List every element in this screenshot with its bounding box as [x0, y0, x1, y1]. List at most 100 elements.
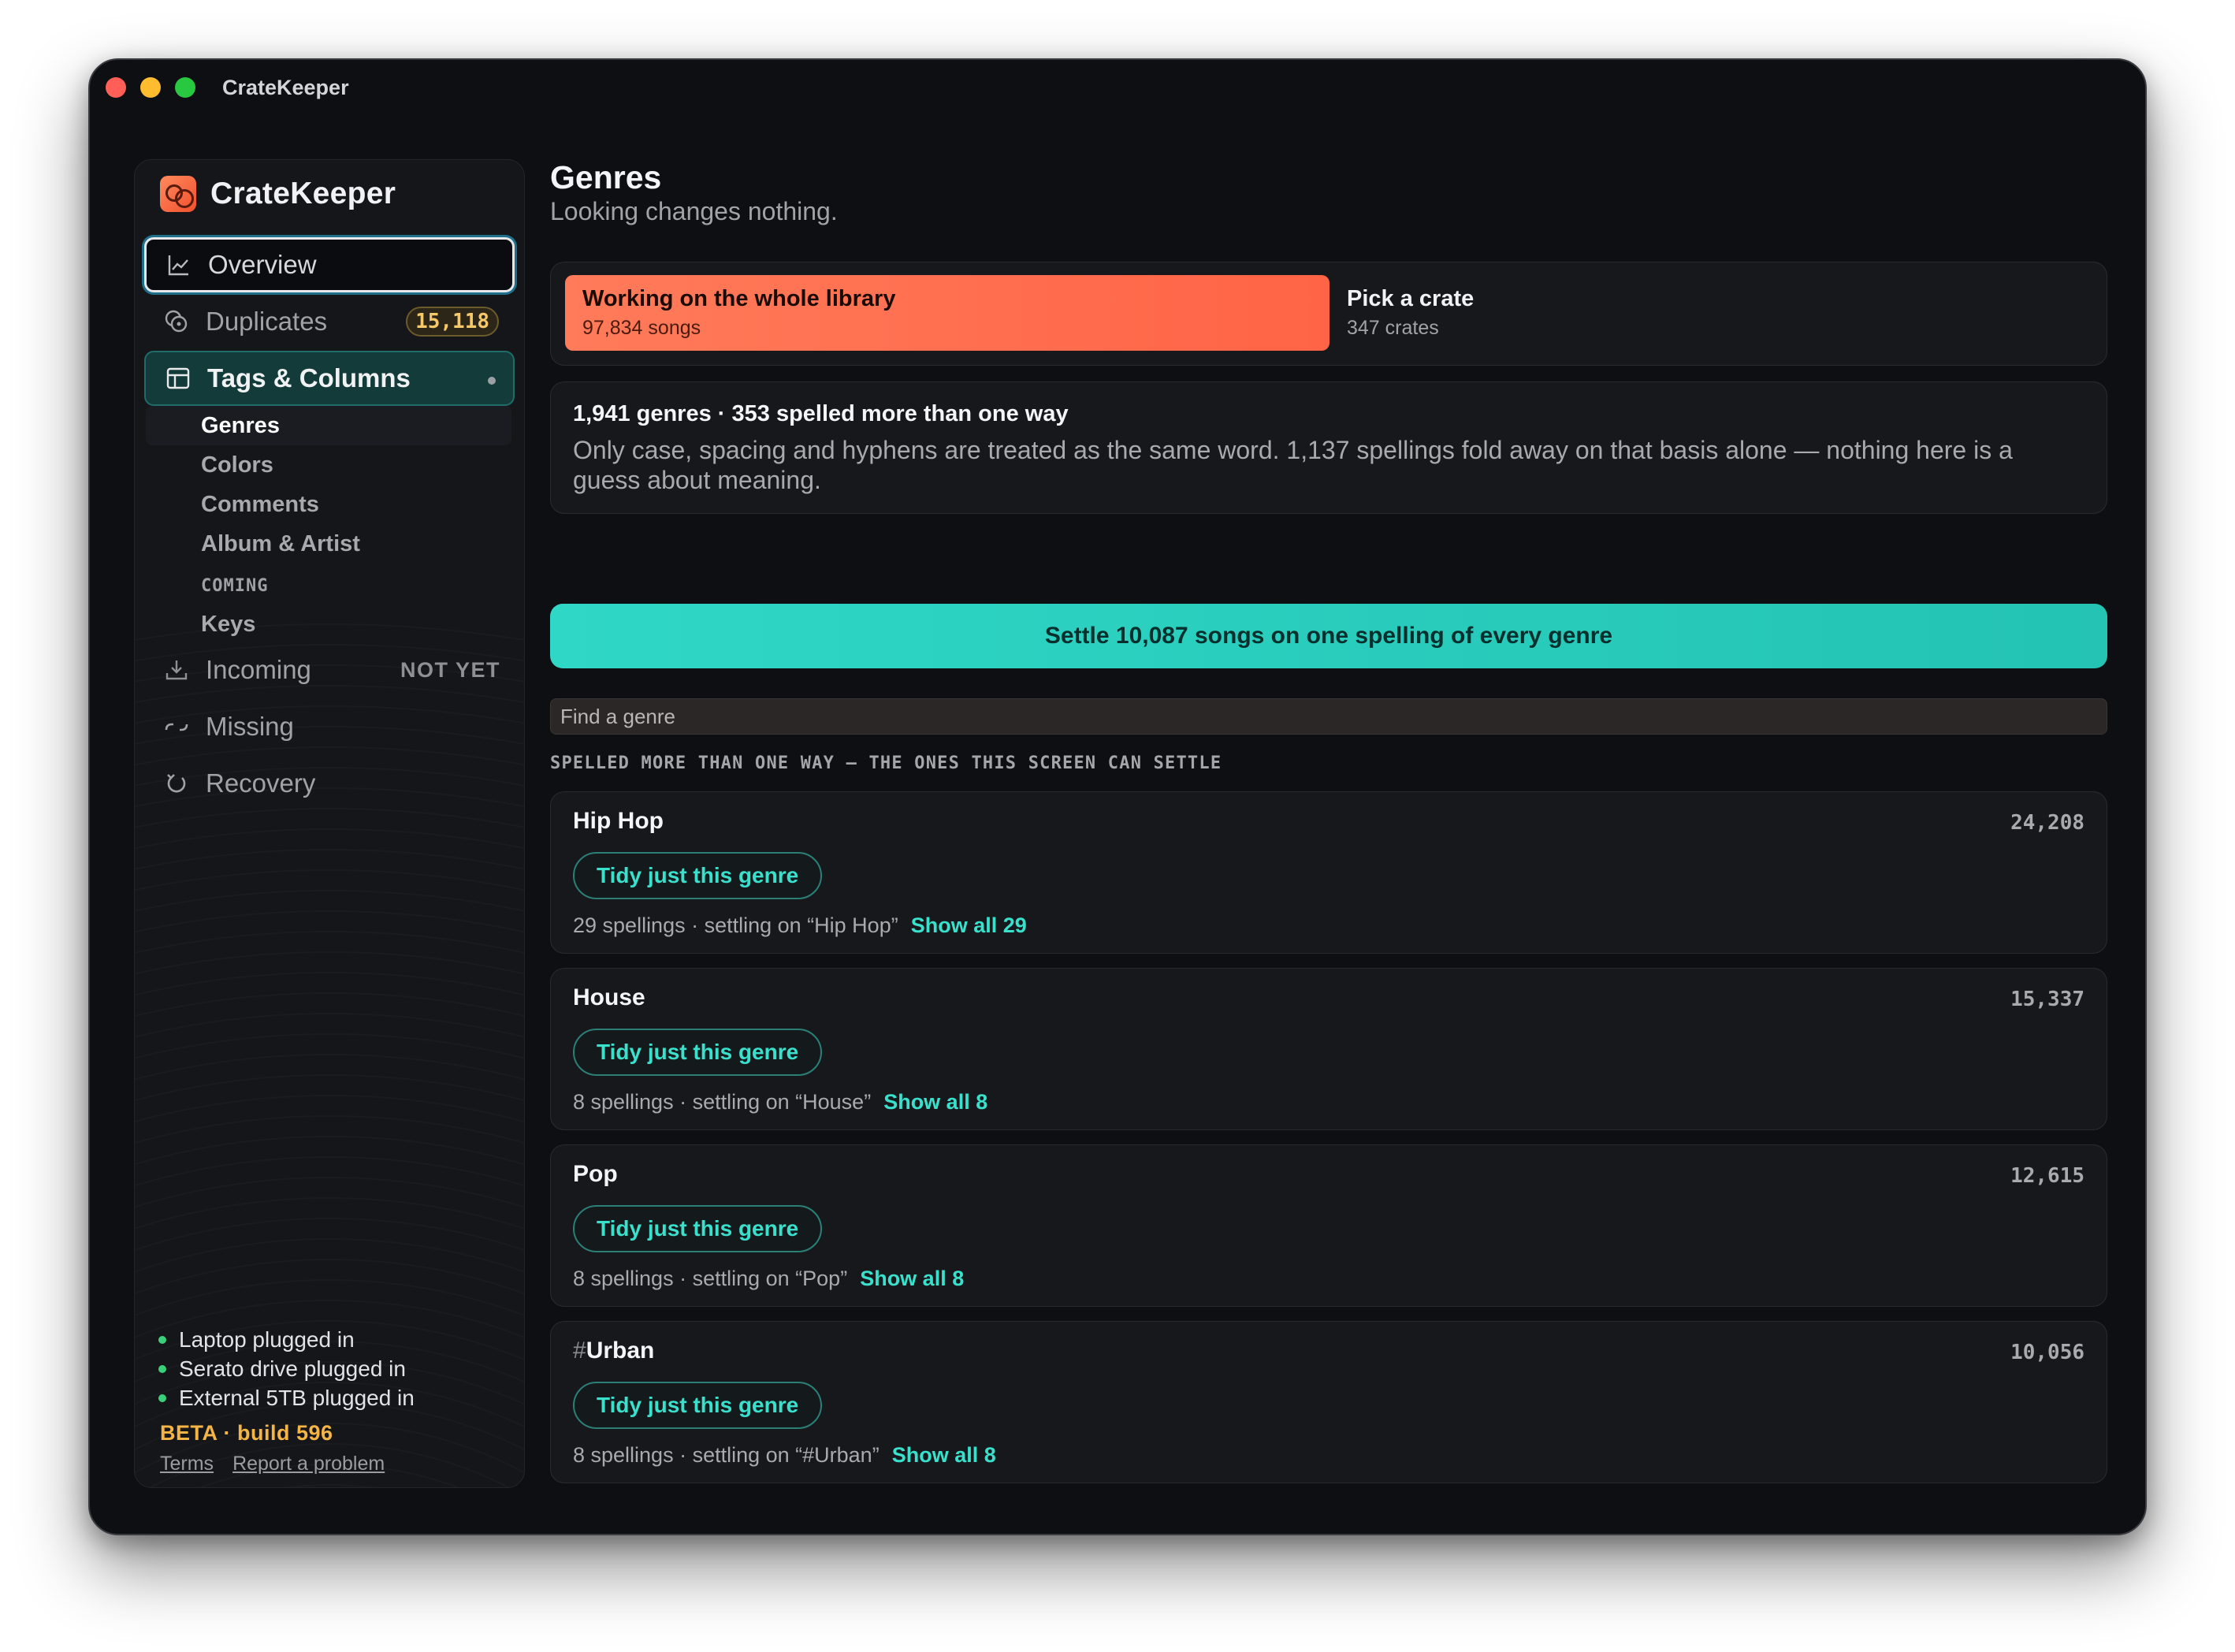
- scope-pick-crate-button[interactable]: Pick a crate 347 crates: [1347, 286, 1474, 340]
- sidebar-item-label: Missing: [206, 712, 294, 741]
- sidebar-subitem-comments[interactable]: Comments: [146, 485, 511, 524]
- section-label: SPELLED MORE THAN ONE WAY — THE ONES THI…: [550, 753, 1222, 773]
- sidebar-item-missing[interactable]: Missing: [144, 699, 515, 754]
- genre-song-count: 15,337: [2010, 988, 2084, 1011]
- beta-build-label: BETA · build 596: [160, 1421, 333, 1445]
- genre-name: #Urban: [573, 1338, 654, 1364]
- show-all-spellings-link[interactable]: Show all 29: [911, 913, 1027, 938]
- device-status-item: Serato drive plugged in: [158, 1354, 415, 1383]
- download-tray-icon: [163, 657, 190, 683]
- sidebar-subitem-keys[interactable]: Keys: [146, 605, 511, 644]
- summary-heading: 1,941 genres · 353 spelled more than one…: [573, 401, 1069, 426]
- main-content: Genres Looking changes nothing. Working …: [550, 159, 2107, 1488]
- table-layout-icon: [165, 365, 192, 392]
- genre-row: Hip Hop 24,208 Tidy just this genre 29 spel…: [550, 791, 2107, 954]
- scope-title: Working on the whole library: [582, 286, 896, 311]
- genre-summary-card: 1,941 genres · 353 spelled more than one…: [550, 381, 2107, 514]
- page-subtitle: Looking changes nothing.: [550, 197, 838, 225]
- incoming-status: NOT YET: [400, 657, 500, 682]
- sidebar-item-label: Duplicates: [206, 307, 328, 336]
- tidy-genre-button[interactable]: Tidy just this genre: [573, 1205, 823, 1252]
- genre-song-count: 10,056: [2010, 1341, 2084, 1364]
- active-indicator-dot: [488, 377, 496, 385]
- scope-selector: Working on the whole library 97,834 song…: [550, 262, 2107, 366]
- genre-spellings-info: 29 spellings · settling on “Hip Hop” Show…: [573, 913, 1027, 938]
- scope-subtitle: 97,834 songs: [582, 317, 701, 339]
- footer-links: Terms Report a problem: [160, 1453, 403, 1475]
- sidebar-item-label: Recovery: [206, 768, 316, 798]
- vinyl-logo-icon: [160, 176, 196, 212]
- genre-spellings-info: 8 spellings · settling on “Pop” Show all …: [573, 1267, 964, 1291]
- coming-section-label: COMING: [201, 576, 269, 596]
- tidy-genre-button[interactable]: Tidy just this genre: [573, 852, 823, 899]
- minimize-window-button[interactable]: [140, 77, 161, 98]
- sidebar: CrateKeeper Overview Duplicates 15,118 T…: [134, 159, 525, 1488]
- scope-title: Pick a crate: [1347, 286, 1475, 311]
- sidebar-item-label: Incoming: [206, 655, 311, 684]
- genre-row: #Urban 10,056 Tidy just this genre 8 spelli…: [550, 1321, 2107, 1483]
- genre-name: Hip Hop: [573, 808, 664, 835]
- sidebar-item-duplicates[interactable]: Duplicates 15,118: [144, 294, 515, 349]
- sidebar-item-label: Tags & Columns: [207, 363, 411, 393]
- genre-name: Pop: [573, 1161, 618, 1188]
- zoom-window-button[interactable]: [175, 77, 195, 98]
- device-status-item: External 5TB plugged in: [158, 1383, 415, 1412]
- genre-name-text: Hip Hop: [573, 808, 664, 834]
- sidebar-item-incoming[interactable]: Incoming NOT YET: [144, 642, 515, 698]
- report-problem-link[interactable]: Report a problem: [232, 1453, 385, 1475]
- device-status-item: Laptop plugged in: [158, 1325, 415, 1354]
- undo-arrow-icon: [163, 770, 190, 797]
- genre-meta-text: 29 spellings · settling on “Hip Hop”: [573, 913, 898, 937]
- app-window: CrateKeeper CrateKeeper Overview Duplica…: [88, 58, 2147, 1535]
- device-label: Laptop plugged in: [179, 1326, 355, 1352]
- genre-row: House 15,337 Tidy just this genre 8 spellin…: [550, 968, 2107, 1130]
- sidebar-subitem-colors[interactable]: Colors: [146, 445, 511, 485]
- duplicates-count-badge: 15,118: [406, 307, 499, 337]
- duplicate-records-icon: [163, 308, 190, 335]
- genre-spellings-info: 8 spellings · settling on “#Urban” Show a…: [573, 1443, 996, 1468]
- window-title: CrateKeeper: [222, 76, 349, 99]
- genre-hash-prefix: #: [573, 1338, 586, 1364]
- settle-all-button[interactable]: Settle 10,087 songs on one spelling of e…: [550, 604, 2107, 668]
- brand: CrateKeeper: [160, 176, 396, 212]
- sidebar-subitem-genres[interactable]: Genres: [146, 406, 511, 445]
- genre-song-count: 24,208: [2010, 811, 2084, 835]
- device-label: External 5TB plugged in: [179, 1385, 415, 1410]
- genre-meta-text: 8 spellings · settling on “#Urban”: [573, 1443, 879, 1467]
- scope-subtitle: 347 crates: [1347, 317, 1439, 339]
- tidy-genre-button[interactable]: Tidy just this genre: [573, 1029, 823, 1076]
- genre-name-text: House: [573, 984, 645, 1010]
- sidebar-item-recovery[interactable]: Recovery: [144, 756, 515, 811]
- sidebar-item-tags-columns[interactable]: Tags & Columns: [144, 351, 515, 406]
- device-label: Serato drive plugged in: [179, 1356, 406, 1381]
- genre-name-text: Urban: [586, 1338, 655, 1364]
- broken-link-icon: [163, 713, 190, 740]
- title-bar: CrateKeeper: [90, 60, 2145, 115]
- genre-search-input[interactable]: [550, 698, 2107, 735]
- line-chart-icon: [165, 251, 192, 278]
- summary-body: Only case, spacing and hyphens are treat…: [573, 436, 2013, 494]
- online-status-dot: [158, 1393, 166, 1402]
- genre-spellings-info: 8 spellings · settling on “House” Show al…: [573, 1090, 987, 1114]
- sidebar-item-label: Overview: [208, 250, 317, 279]
- sidebar-item-overview[interactable]: Overview: [144, 237, 515, 292]
- genre-meta-text: 8 spellings · settling on “Pop”: [573, 1267, 848, 1290]
- tidy-genre-button[interactable]: Tidy just this genre: [573, 1382, 823, 1429]
- genre-name: House: [573, 984, 645, 1011]
- online-status-dot: [158, 1335, 166, 1344]
- sidebar-subitem-album-artist[interactable]: Album & Artist: [146, 524, 511, 564]
- page-title: Genres: [550, 159, 662, 195]
- device-status-list: Laptop plugged in Serato drive plugged i…: [158, 1325, 415, 1412]
- genre-row: Pop 12,615 Tidy just this genre 8 spellings…: [550, 1144, 2107, 1307]
- genre-meta-text: 8 spellings · settling on “House”: [573, 1090, 872, 1114]
- genre-song-count: 12,615: [2010, 1164, 2084, 1188]
- genre-name-text: Pop: [573, 1161, 618, 1187]
- show-all-spellings-link[interactable]: Show all 8: [860, 1267, 964, 1291]
- show-all-spellings-link[interactable]: Show all 8: [883, 1090, 987, 1114]
- terms-link[interactable]: Terms: [160, 1453, 214, 1475]
- brand-name: CrateKeeper: [210, 177, 396, 210]
- close-window-button[interactable]: [106, 77, 126, 98]
- scope-whole-library-button[interactable]: Working on the whole library 97,834 song…: [565, 275, 1329, 351]
- online-status-dot: [158, 1364, 166, 1373]
- show-all-spellings-link[interactable]: Show all 8: [892, 1443, 996, 1468]
